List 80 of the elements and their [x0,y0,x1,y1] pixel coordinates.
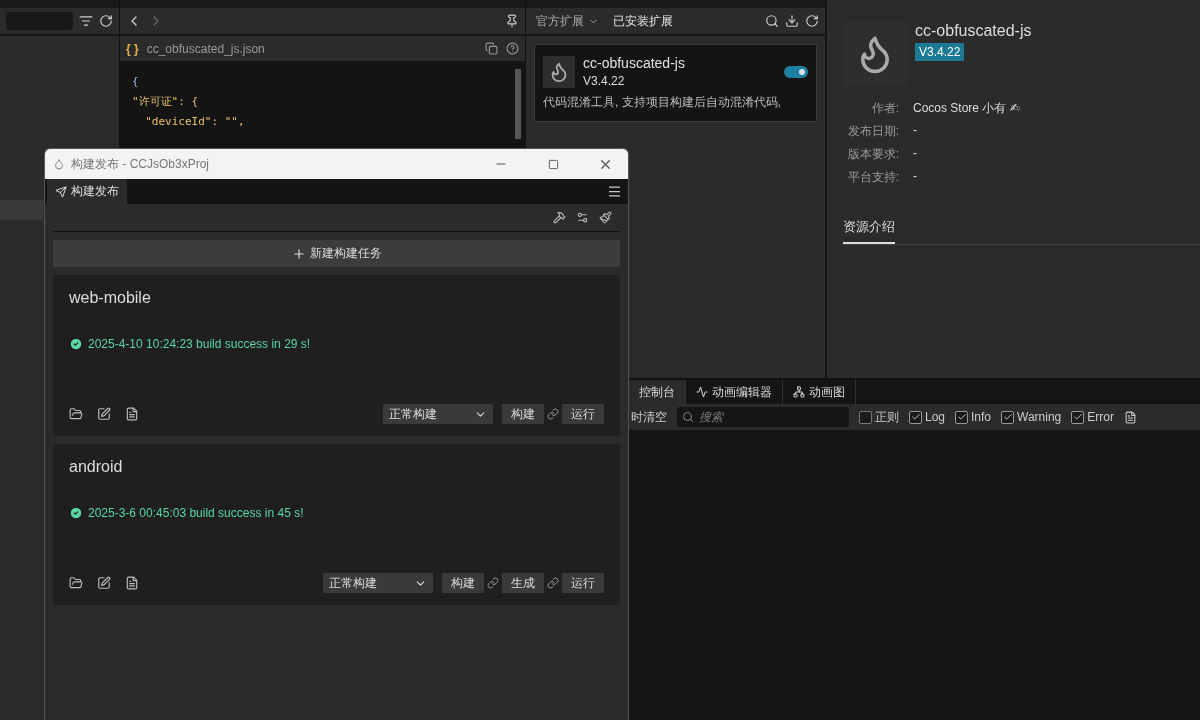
edit-icon[interactable] [97,576,111,590]
filter-checkbox[interactable]: 正则 [859,408,899,426]
build-mode-select[interactable]: 正常构建 [323,573,433,593]
filter-checkbox[interactable]: Warning [1001,410,1062,424]
build-status: 2025-4-10 10:24:23 build success in 29 s! [88,337,311,351]
menu-icon[interactable] [607,184,622,199]
details-tab[interactable]: 资源介绍 [843,218,895,244]
maximize-icon [547,158,559,170]
sort-icon[interactable] [79,14,93,28]
copy-icon[interactable] [485,42,498,55]
filter-checkbox[interactable]: Log [909,410,946,424]
clear-option-label: 时清空 [631,408,667,426]
platform-name: android [69,458,124,476]
filter-checkbox[interactable]: Info [955,410,992,424]
check-circle-icon [69,337,83,351]
paper-plane-icon [55,185,67,198]
check-icon [910,412,921,422]
field-label: 平台支持: [846,169,899,186]
search-field[interactable]: 搜索 [677,407,849,427]
pin-icon[interactable] [505,14,519,28]
log-file-icon[interactable] [1123,410,1137,424]
help-icon[interactable] [506,42,519,55]
build-mode-select[interactable]: 正常构建 [383,404,493,424]
refresh-icon[interactable] [805,14,819,28]
extension-tab[interactable]: 官方扩展 [532,12,603,30]
settings-icon[interactable] [576,211,589,224]
check-icon [956,412,967,422]
import-icon[interactable] [785,14,799,28]
field-value: - [913,123,918,139]
link-icon [547,408,559,420]
extension-title: cc-obfuscated-js [915,22,1033,40]
platform-name: web-mobile [69,289,152,307]
action-button[interactable]: 构建 [442,573,484,593]
json-icon: { } [126,41,139,56]
plus-icon [291,246,306,261]
extension-tab[interactable]: 已安装扩展 [609,12,677,30]
build-status: 2025-3-6 00:45:03 build success in 45 s! [88,506,304,520]
graph-icon[interactable] [793,386,805,398]
extension-description: 代码混淆工具, 支持项目构建后自动混淆代码, [543,94,782,111]
edit-icon[interactable] [97,407,111,421]
code-line: "许可证": { [132,94,199,109]
link-icon [487,577,499,589]
action-button[interactable]: 运行 [562,404,604,424]
code-line: "deviceId": "", [144,115,245,128]
check-icon [1072,412,1083,422]
clean-icon[interactable] [599,211,612,224]
refresh-icon[interactable] [99,14,113,28]
extension-name: cc-obfuscated-js [583,55,686,71]
extension-version: V3.4.22 [583,74,626,88]
app-icon [53,158,65,170]
field-label: 作者: [870,100,899,117]
field-value: - [913,169,918,185]
action-button[interactable]: 构建 [502,404,544,424]
document-icon[interactable] [125,576,139,590]
search-icon[interactable] [765,14,779,28]
check-circle-icon [69,506,83,520]
field-label: 发布日期: [846,123,899,140]
code-line: { [132,75,139,88]
panel-tab[interactable]: 构建发布 [47,179,127,204]
field-value: Cocos Store 小有 ✍ [913,100,1021,117]
action-button[interactable]: 运行 [562,573,604,593]
folder-icon[interactable] [69,407,83,421]
document-icon[interactable] [125,407,139,421]
field-label: 版本要求: [846,146,899,163]
extension-card[interactable]: cc-obfuscated-js V3.4.22 代码混淆工具, 支持项目构建后自动混淆代码, [534,44,817,122]
action-button[interactable]: 生成 [502,573,544,593]
flame-icon [543,55,575,88]
filter-checkbox[interactable]: Error [1071,410,1114,424]
check-icon [1002,412,1013,422]
version-badge: V3.4.22 [915,43,965,61]
folder-icon[interactable] [69,576,83,590]
file-name: cc_obfuscated_js.json [146,41,266,56]
scrollbar[interactable] [515,69,521,139]
link-icon [547,577,559,589]
enable-toggle[interactable] [784,65,808,78]
window-title: 构建发布 - CCJsOb3xProj [71,155,211,173]
field-value: - [913,146,918,162]
console-tab[interactable]: 控制台 [629,380,686,404]
tools-icon[interactable] [553,211,566,224]
new-build-task-button[interactable]: 新建构建任务 [53,240,620,267]
